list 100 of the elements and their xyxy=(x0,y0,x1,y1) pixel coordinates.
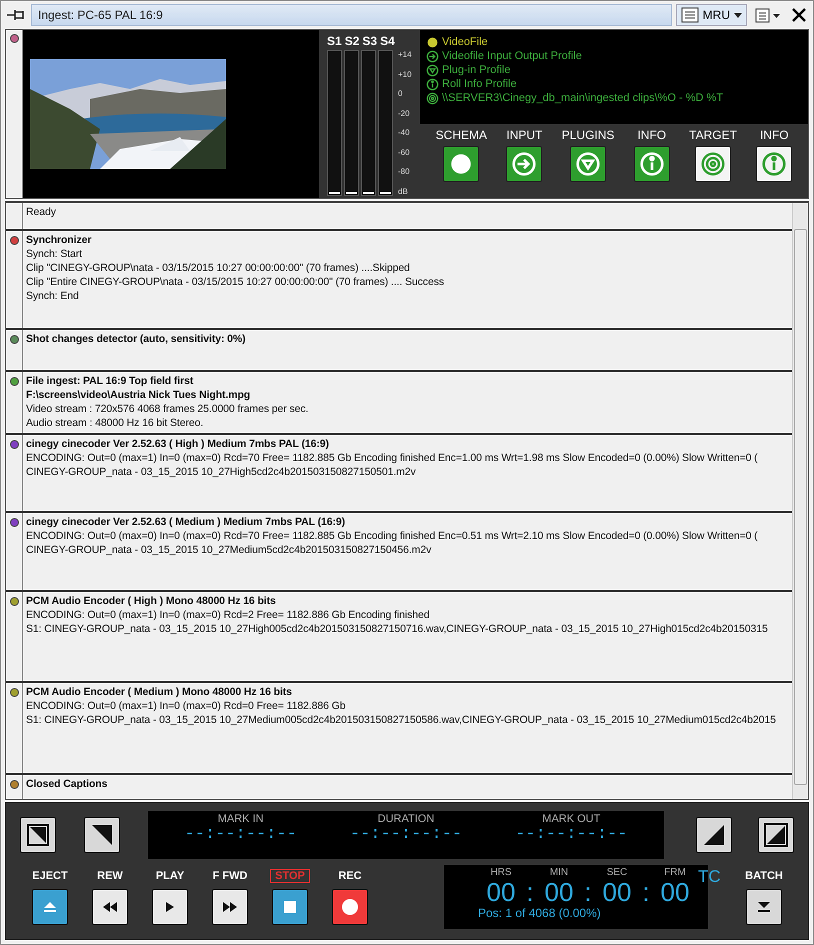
schema-label: INPUT xyxy=(506,128,542,142)
circle-icon xyxy=(426,36,439,48)
mru-button[interactable]: MRU xyxy=(676,4,747,26)
go-mark-out-button[interactable] xyxy=(696,817,732,853)
marker-label: MARK OUT xyxy=(542,813,600,825)
scale-label: -60 xyxy=(398,148,411,157)
rewind-icon xyxy=(102,902,118,912)
log-line: Clip "Entire CINEGY-GROUP\nata - 03/15/2015 10:27 00:00:00:00" (70 frames) .... Success xyxy=(26,275,444,289)
timecode-value: 00 xyxy=(544,878,574,906)
scale-label: +14 xyxy=(398,50,412,59)
schema-button[interactable] xyxy=(570,146,606,182)
scale-label: dB xyxy=(398,186,409,196)
schema-button[interactable] xyxy=(695,146,732,182)
target-icon xyxy=(700,151,726,177)
log-line: Video stream : 720x576 4068 frames 25.0000 frames per sec. xyxy=(26,402,308,416)
profile-label[interactable]: Roll Info Profile xyxy=(442,78,517,90)
entry-title: cinegy cinecoder Ver 2.52.63 ( High ) Medium 7mbs PAL (16:9) xyxy=(26,437,330,451)
scale-label: -40 xyxy=(398,128,411,138)
fast-forward-icon xyxy=(222,902,238,912)
timecode-value: 00 xyxy=(486,878,516,906)
eject-icon xyxy=(43,901,57,913)
ffwd-button[interactable] xyxy=(212,889,248,925)
entry-title: Closed Captions xyxy=(26,777,108,791)
log-line: CINEGY-GROUP_nata - 03_15_2015 10_27High5cd2c4b201503150827150501.m2v xyxy=(26,465,417,479)
log-line: CINEGY-GROUP_nata - 03_15_2015 10_27Medium5cd2c4b201503150827150456.m2v xyxy=(26,543,432,557)
info-icon xyxy=(638,151,665,177)
channel-label: S3 xyxy=(362,34,378,48)
rew-button[interactable] xyxy=(92,889,128,925)
scale-label: +10 xyxy=(398,70,412,79)
log-line: Audio stream : 48000 Hz 16 bit Stereo. xyxy=(26,416,204,430)
record-icon xyxy=(342,899,358,915)
transport-label: F FWD xyxy=(212,869,248,883)
marker-label: DURATION xyxy=(378,813,434,825)
schema-button[interactable] xyxy=(634,146,670,182)
timecode-separator: : xyxy=(526,878,535,906)
mark-in-button[interactable] xyxy=(20,817,56,853)
scale-label: -80 xyxy=(398,167,411,176)
scale-label: -20 xyxy=(398,108,411,118)
timecode-value: --:--:--:-- xyxy=(350,825,462,844)
schema-label: PLUGINS xyxy=(562,128,614,142)
play-icon xyxy=(166,902,174,912)
unit-label: SEC xyxy=(606,867,628,878)
caret-icon xyxy=(734,12,742,18)
play-button[interactable] xyxy=(152,889,188,925)
timecode-value: --:--:--:-- xyxy=(515,825,628,844)
schema-label: SCHEMA xyxy=(436,128,488,142)
transport-label: REC xyxy=(337,869,363,883)
transport-label: PLAY xyxy=(154,869,186,883)
info-icon xyxy=(761,151,788,177)
log-line: Ready xyxy=(26,205,56,219)
log-line: ENCODING: Out=0 (max=0) In=0 (max=0) Rcd=70 Free= 1182.885 Gb Encoding finished Enc=0.51 ms Wrt=2.10 ms Slow Encoded=0 (0.00%) Slow Written=0 ( xyxy=(26,529,758,543)
triangle-circle-icon xyxy=(575,151,602,177)
stop-button[interactable] xyxy=(272,889,308,925)
schema-button[interactable] xyxy=(506,146,542,182)
profile-label[interactable]: \\SERVER3\Cinegy_db_main\ingested clips\%O - %D %T xyxy=(442,92,724,104)
entry-title: cinegy cinecoder Ver 2.52.63 ( Medium ) Medium 7mbs PAL (16:9) xyxy=(26,515,346,529)
down-arrow-icon xyxy=(757,901,771,913)
scrollbar[interactable] xyxy=(792,203,808,799)
transport-label: REW xyxy=(96,869,124,883)
log-line: ENCODING: Out=0 (max=1) In=0 (max=0) Rcd=0 Free= 1182.886 Gb xyxy=(26,699,346,713)
log-line: Synch: End xyxy=(26,289,80,303)
profile-label[interactable]: VideoFile xyxy=(442,36,488,48)
transport-label: BATCH xyxy=(744,869,784,883)
list-icon xyxy=(680,7,699,23)
profile-label[interactable]: Plug-in Profile xyxy=(442,64,510,76)
scale-label: 0 xyxy=(398,89,404,98)
square-triangle-icon xyxy=(764,823,788,847)
target-icon xyxy=(426,92,439,104)
channel-label: S4 xyxy=(380,34,395,48)
schema-label: TARGET xyxy=(689,128,737,142)
entry-title: PCM Audio Encoder ( Medium ) Mono 48000 Hz 16 bits xyxy=(26,685,293,699)
log-line: S1: CINEGY-GROUP_nata - 03_15_2015 10_27High005cd2c4b201503150827150716.wav,CINEGY-GROUP_nata - 03_15_2015 10_27High015cd2c4b20150315 xyxy=(26,622,768,636)
batch-button[interactable] xyxy=(746,889,782,925)
mark-out-button[interactable] xyxy=(758,817,794,853)
transport-label: STOP xyxy=(270,869,310,883)
entry-title: File ingest: PAL 16:9 Top field first xyxy=(26,374,194,388)
log-line: Clip "CINEGY-GROUP\nata - 03/15/2015 10:27 00:00:00:00" (70 frames) ....Skipped xyxy=(26,261,411,275)
timecode-separator: : xyxy=(583,878,593,906)
position-text: Pos: 1 of 4068 (0.00%) xyxy=(478,906,602,920)
arrow-circle-icon xyxy=(511,151,538,177)
timecode-separator: : xyxy=(641,878,651,906)
timecode-value: --:--:--:-- xyxy=(184,825,297,844)
schema-button[interactable] xyxy=(443,146,480,182)
eject-button[interactable] xyxy=(32,889,68,925)
go-mark-in-button[interactable] xyxy=(84,817,120,853)
schema-button[interactable] xyxy=(756,146,792,182)
schema-label: INFO xyxy=(637,128,666,142)
square-triangle-icon xyxy=(27,824,49,846)
rec-button[interactable] xyxy=(332,889,368,925)
marker-label: MARK IN xyxy=(218,813,264,825)
triangle-icon xyxy=(92,825,112,845)
unit-label: FRM xyxy=(664,867,686,878)
log-line: ENCODING: Out=0 (max=1) In=0 (max=0) Rcd=2 Free= 1182.886 Gb Encoding finished xyxy=(26,608,430,622)
log-line: ENCODING: Out=0 (max=1) In=0 (max=0) Rcd=70 Free= 1182.885 Gb Encoding finished Enc=1.00 ms Wrt=1.98 ms Slow Encoded=0 (0.00%) Slow Written=0 ( xyxy=(26,451,758,465)
profile-label[interactable]: Videofile Input Output Profile xyxy=(442,50,582,62)
stop-icon xyxy=(284,901,296,913)
triangle-icon xyxy=(704,825,724,845)
timecode-value: 00 xyxy=(660,878,690,906)
status-dot xyxy=(10,34,18,43)
arrow-circle-icon xyxy=(426,50,439,62)
